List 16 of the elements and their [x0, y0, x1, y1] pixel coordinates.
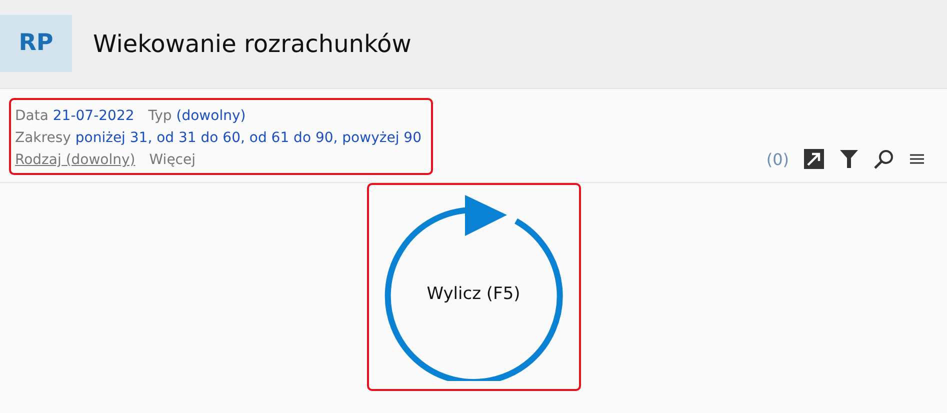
search-icon[interactable] [873, 148, 895, 170]
filter-icon[interactable] [839, 148, 859, 170]
page-title: Wiekowanie rozrachunków [93, 30, 412, 58]
filter-link[interactable]: Rodzaj (dowolny) [15, 149, 136, 171]
filter-label: Data [15, 108, 48, 124]
more-link[interactable]: Więcej [149, 149, 196, 171]
menu-icon[interactable] [909, 152, 925, 166]
filter-value-link[interactable]: 21-07-2022 [52, 108, 134, 124]
filter-label: Zakresy [15, 130, 71, 146]
filter-label: Typ [148, 108, 172, 124]
export-icon[interactable] [803, 148, 825, 170]
filter-value-link[interactable]: poniżej 31, od 31 do 60, od 61 do 90, powyżej 90 [75, 130, 422, 146]
calculate-button[interactable]: Wylicz (F5) [378, 187, 568, 385]
count-text: (0) [766, 150, 789, 168]
filter-value-link[interactable]: (dowolny) [176, 108, 246, 124]
app-badge: RP [0, 14, 72, 72]
